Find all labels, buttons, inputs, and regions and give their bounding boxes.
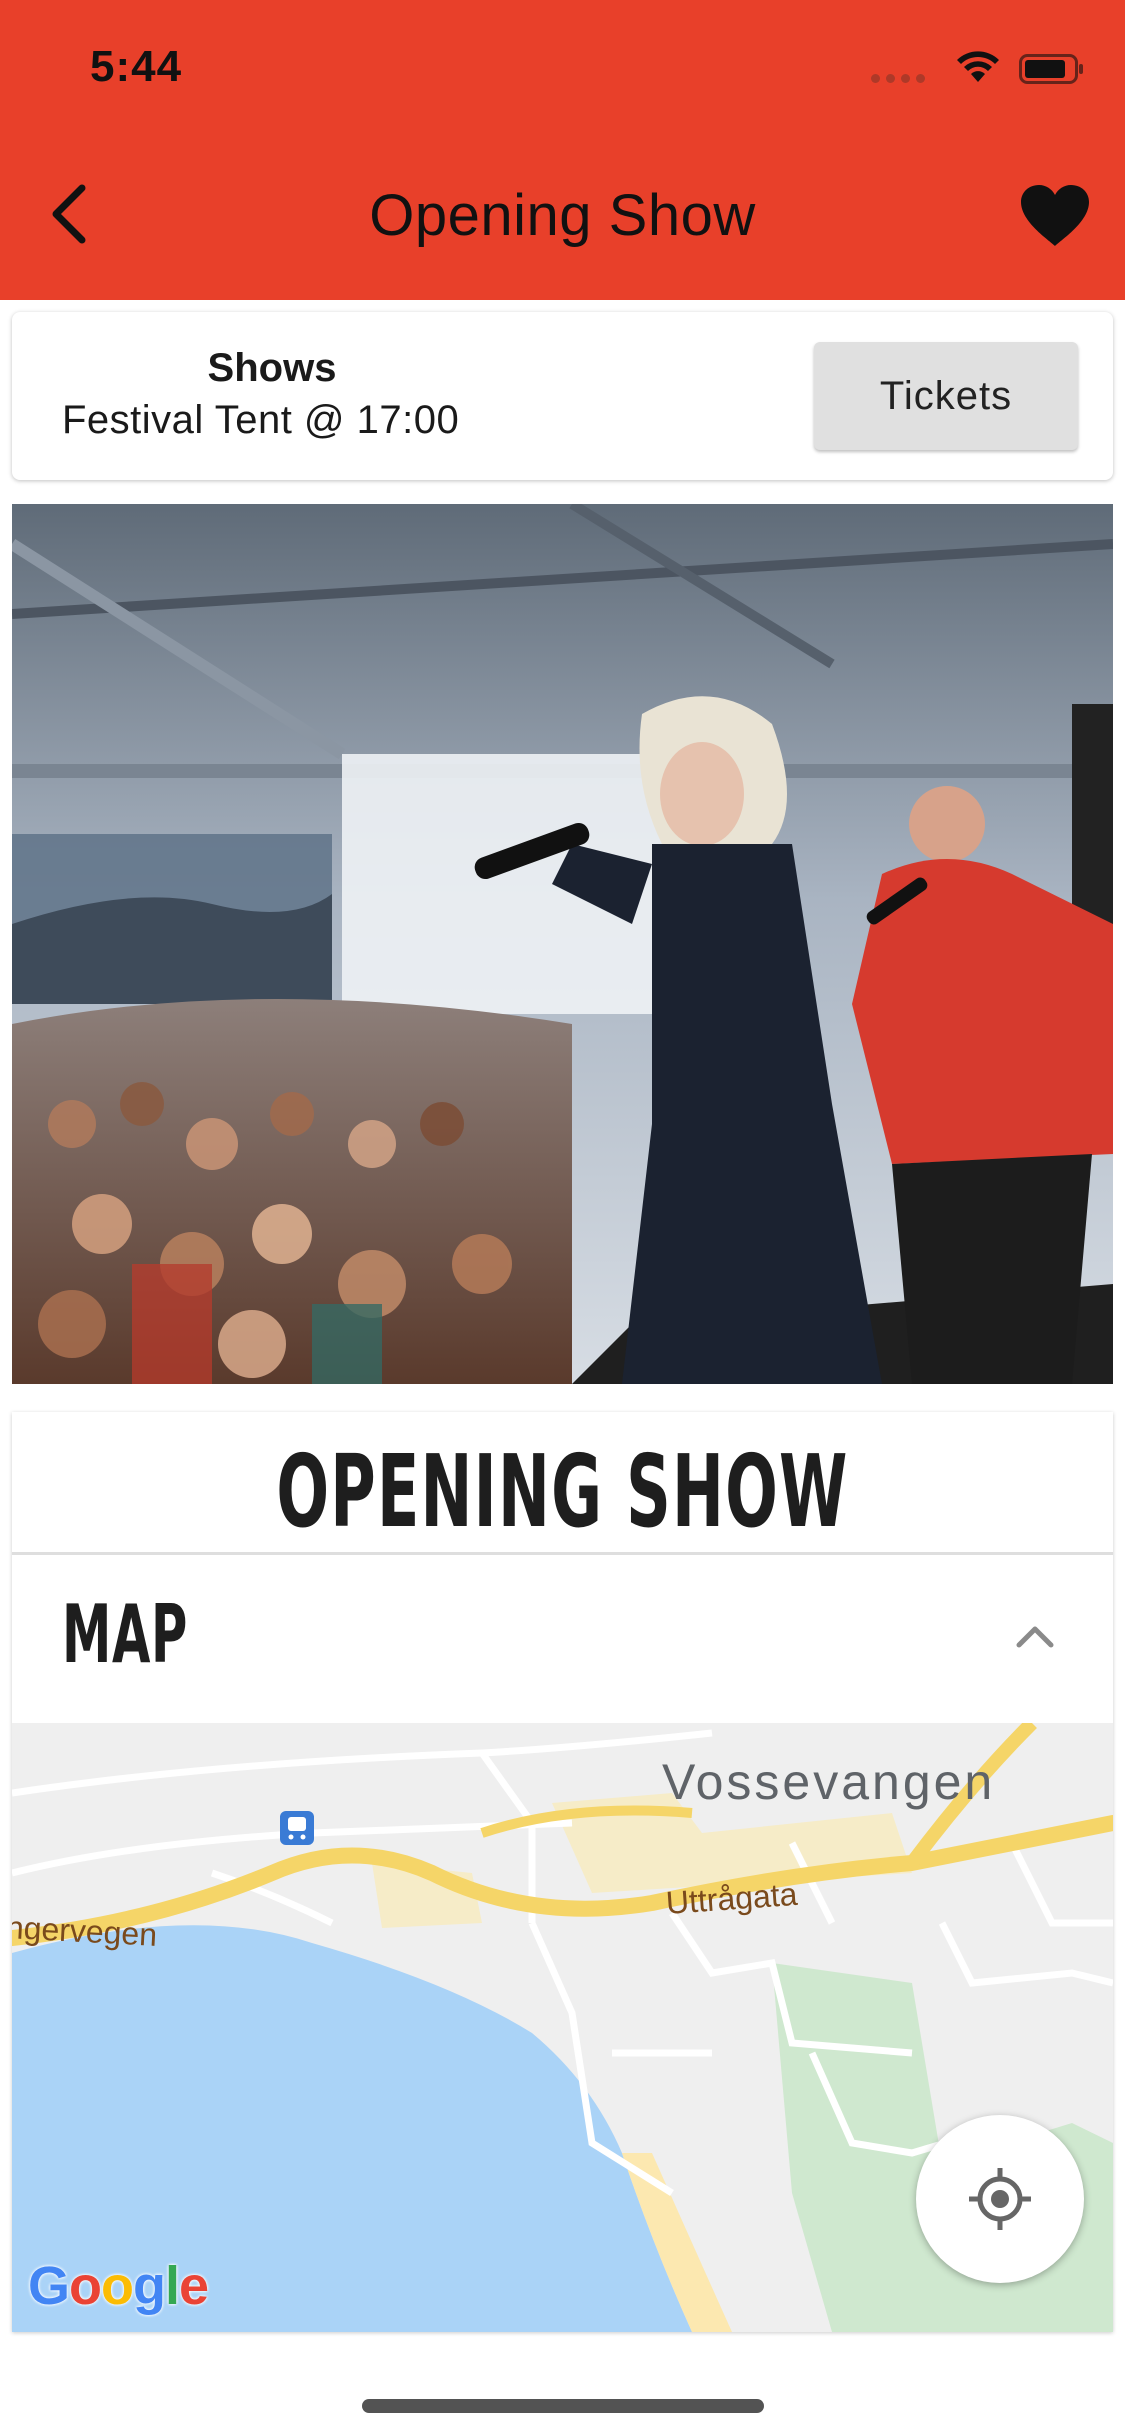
cellular-signal-icon <box>871 74 925 83</box>
locate-me-button[interactable] <box>916 2115 1084 2283</box>
event-heading: OPENING SHOW <box>276 1433 849 1550</box>
map-section-header[interactable]: MAP <box>12 1555 1113 1723</box>
status-icons <box>871 48 1083 88</box>
navigation-bar: Opening Show <box>0 132 1125 300</box>
event-details-card: OPENING SHOW MAP Vossevangen Uttrågata n… <box>12 1412 1113 2332</box>
wifi-icon <box>957 51 999 82</box>
map-view[interactable]: Vossevangen Uttrågata ngervegen Google <box>12 1723 1113 2332</box>
show-category-title: Shows <box>207 346 337 390</box>
train-station-icon[interactable] <box>280 1811 314 1845</box>
favorite-heart-icon[interactable] <box>1019 184 1091 248</box>
chevron-up-icon[interactable] <box>1015 1621 1055 1649</box>
show-venue-time: Festival Tent @ 17:00 <box>62 398 460 442</box>
google-logo: Google <box>28 2256 209 2316</box>
map-section-title: MAP <box>62 1588 188 1681</box>
tickets-button[interactable]: Tickets <box>814 342 1078 450</box>
event-photo <box>12 504 1113 1384</box>
page-title: Opening Show <box>369 183 756 248</box>
map-label-town: Vossevangen <box>662 1754 996 1810</box>
status-time: 5:44 <box>90 42 183 91</box>
battery-icon <box>1019 54 1083 84</box>
home-indicator[interactable] <box>362 2399 764 2413</box>
map-label-road-west: ngervegen <box>12 1909 158 1953</box>
show-info-card: Shows Festival Tent @ 17:00 Tickets <box>12 312 1113 480</box>
status-bar: 5:44 <box>0 0 1125 132</box>
my-location-icon <box>969 2168 1031 2230</box>
